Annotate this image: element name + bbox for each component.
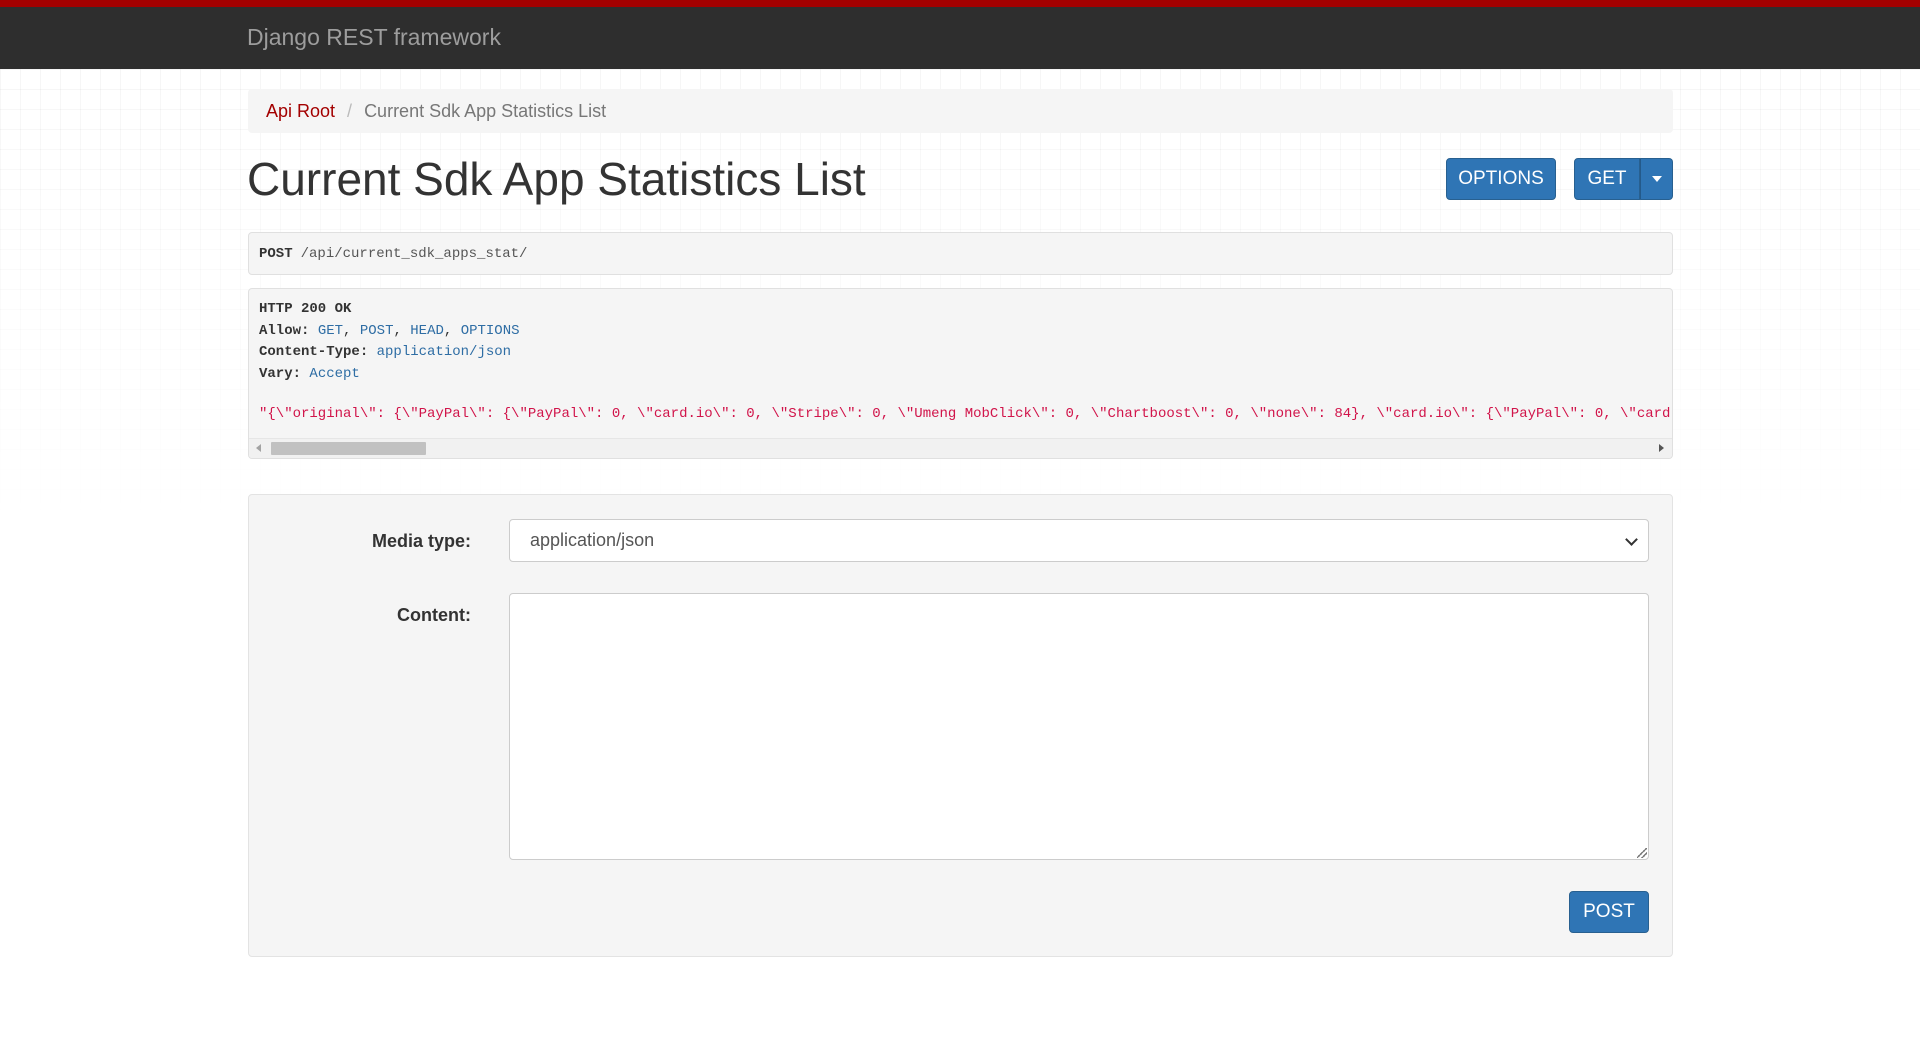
resize-grip-icon[interactable] <box>1637 848 1647 858</box>
top-navbar: Django REST framework <box>0 0 1920 69</box>
response-status: HTTP 200 OK <box>259 301 352 317</box>
breadcrumb-separator: / <box>347 100 353 121</box>
media-type-label: Media type: <box>371 531 471 551</box>
content-type-header-value: application/json <box>376 344 512 360</box>
chevron-down-icon <box>1625 533 1638 546</box>
brand-link[interactable]: Django REST framework <box>247 24 501 51</box>
allow-header-label: Allow: <box>259 322 310 339</box>
caret-down-icon <box>1651 176 1662 182</box>
page-title: Current Sdk App Statistics List <box>247 153 866 205</box>
request-method: POST <box>259 245 293 262</box>
options-button[interactable]: OPTIONS <box>1446 158 1556 200</box>
get-button[interactable]: GET <box>1574 158 1640 200</box>
breadcrumb: Api Root / Current Sdk App Statistics Li… <box>248 89 1673 133</box>
vary-header-value: Accept <box>309 365 360 382</box>
arrow-left-icon[interactable] <box>256 444 261 452</box>
get-format-dropdown-button[interactable] <box>1640 158 1673 200</box>
scrollbar-thumb[interactable] <box>271 442 426 455</box>
post-form: Media type: application/json Content: PO… <box>248 494 1673 957</box>
arrow-right-icon[interactable] <box>1659 444 1664 452</box>
response-json-body: "{\"original\": {\"PayPal\": {\"PayPal\"… <box>259 406 1673 422</box>
request-info: POST /api/current_sdk_apps_stat/ <box>248 232 1673 275</box>
allow-method-get: GET <box>317 322 344 339</box>
content-label: Content: <box>397 605 471 625</box>
horizontal-scrollbar[interactable] <box>249 438 1672 458</box>
get-button-group: GET <box>1574 158 1673 200</box>
content-textarea[interactable] <box>509 593 1649 860</box>
content-type-header-label: Content-Type: <box>259 344 369 360</box>
allow-method-post: POST <box>359 322 394 339</box>
post-button[interactable]: POST <box>1569 891 1649 933</box>
media-type-selected-value: application/json <box>530 530 655 550</box>
breadcrumb-api-root-link[interactable]: Api Root <box>266 101 335 122</box>
response-body: HTTP 200 OK Allow: GET, POST, HEAD, OPTI… <box>259 301 1673 422</box>
allow-method-options: OPTIONS <box>460 322 520 339</box>
media-type-select[interactable]: application/json <box>509 519 1649 562</box>
breadcrumb-current: Current Sdk App Statistics List <box>364 100 607 121</box>
request-path: /api/current_sdk_apps_stat/ <box>300 245 528 262</box>
response-info: HTTP 200 OK Allow: GET, POST, HEAD, OPTI… <box>248 288 1673 459</box>
allow-method-head: HEAD <box>410 322 444 339</box>
vary-header-label: Vary: <box>259 365 302 382</box>
